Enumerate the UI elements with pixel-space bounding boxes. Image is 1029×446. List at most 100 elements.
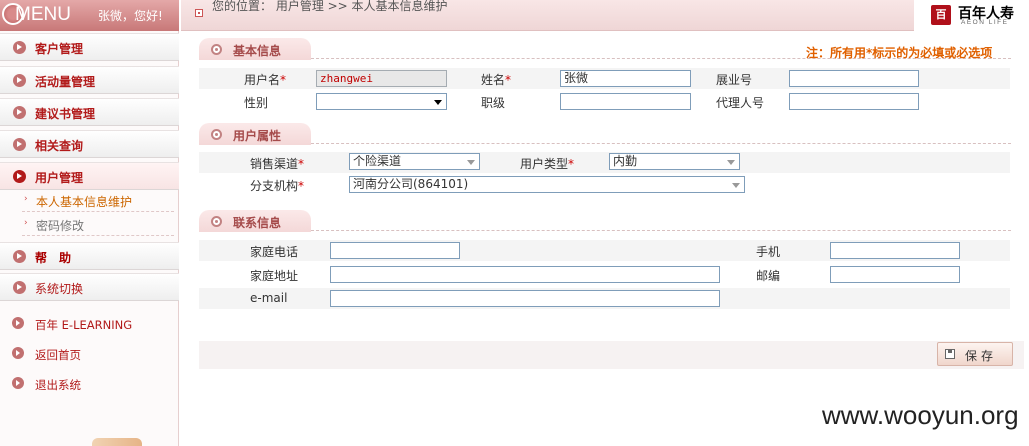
- section-divider: [311, 143, 1011, 144]
- section-tab: 基本信息: [199, 38, 311, 60]
- section-title: 用户属性: [233, 129, 282, 143]
- arrow-circle-icon: [12, 317, 24, 329]
- sidebar-item-user-management[interactable]: 用户管理: [0, 162, 179, 190]
- channel-select[interactable]: 个险渠道: [349, 153, 480, 170]
- section-title: 联系信息: [233, 216, 282, 230]
- arrow-circle-icon: [13, 41, 26, 54]
- user-type-select[interactable]: 内勤: [609, 153, 740, 170]
- agent-no-field[interactable]: [789, 93, 919, 110]
- email-label: e-mail: [250, 291, 288, 305]
- chevron-down-icon: [434, 100, 442, 105]
- name-label: 姓名*: [481, 73, 512, 87]
- save-icon: [945, 349, 955, 359]
- username-label: 用户名*: [244, 73, 287, 87]
- required-notice: 注：所有用*标示的为必填或必选项: [806, 46, 993, 60]
- breadcrumb: 您的位置： 用户管理 >> 本人基本信息维护: [212, 0, 448, 13]
- section-title: 基本信息: [233, 44, 282, 58]
- home-phone-field[interactable]: [330, 242, 460, 259]
- form-row-attr-1: 销售渠道* 个险渠道 用户类型* 内勤: [199, 152, 1010, 173]
- home-address-field[interactable]: [330, 266, 720, 283]
- form-row-basic-1: 用户名* zhangwei 姓名* 张微 展业号: [199, 68, 1010, 89]
- sidebar-item-label: 客户管理: [35, 42, 84, 56]
- arrow-circle-icon: [13, 250, 26, 263]
- form-row-contact-3: e-mail: [199, 288, 1010, 309]
- sidebar-link-logout[interactable]: 退出系统: [0, 373, 179, 395]
- home-phone-label: 家庭电话: [250, 245, 299, 259]
- sidebar-subitem-label: 本人基本信息维护: [36, 195, 133, 209]
- agent-no-label: 代理人号: [716, 96, 765, 110]
- username-field[interactable]: zhangwei: [316, 70, 447, 87]
- top-bar: 您的位置： 用户管理 >> 本人基本信息维护 百 百年人寿 AEON LIFE: [181, 0, 1029, 31]
- brand-name-en: AEON LIFE: [961, 19, 1009, 26]
- arrow-circle-icon: [13, 74, 26, 87]
- chevron-down-icon: [467, 160, 475, 165]
- arrow-circle-icon: [12, 347, 24, 359]
- arrow-circle-icon: [13, 281, 26, 294]
- bullet-icon: ›: [24, 218, 28, 228]
- rank-label: 职级: [481, 96, 506, 110]
- postcode-label: 邮编: [756, 269, 781, 283]
- form-row-contact-2: 家庭地址 邮编: [199, 264, 1010, 285]
- postcode-field[interactable]: [830, 266, 960, 283]
- arrow-circle-icon: [13, 138, 26, 151]
- sidebar-item-help[interactable]: 帮 助: [0, 242, 179, 270]
- exhibition-no-label: 展业号: [716, 73, 753, 87]
- sidebar-item-proposal[interactable]: 建议书管理: [0, 98, 179, 126]
- save-button-label: 保存: [965, 349, 998, 363]
- target-icon: [211, 216, 222, 227]
- sidebar-link-label: 返回首页: [35, 348, 81, 362]
- rank-field[interactable]: [560, 93, 691, 110]
- sidebar-subitem-label: 密码修改: [36, 219, 85, 233]
- user-type-select-value: 内勤: [613, 154, 638, 168]
- chevron-down-icon: [727, 160, 735, 165]
- gender-label: 性别: [244, 96, 269, 110]
- sidebar-item-label: 用户管理: [35, 171, 84, 185]
- brand-mark-icon: 百: [931, 5, 951, 25]
- sidebar-item-label: 活动量管理: [35, 75, 96, 89]
- section-tab: 联系信息: [199, 210, 311, 232]
- menu-header: MENU 张微，您好!: [0, 0, 179, 31]
- sidebar-subitem-basic-info[interactable]: › 本人基本信息维护: [22, 190, 174, 212]
- menu-title: MENU: [15, 4, 71, 25]
- save-button[interactable]: 保存: [937, 342, 1013, 366]
- branch-select[interactable]: 河南分公司(864101): [349, 176, 745, 193]
- sidebar-item-activity[interactable]: 活动量管理: [0, 66, 179, 94]
- sidebar-link-label: 退出系统: [35, 378, 81, 392]
- location-marker-icon: [195, 9, 203, 17]
- mobile-field[interactable]: [830, 242, 960, 259]
- name-field[interactable]: 张微: [560, 70, 691, 87]
- sidebar-subitem-password[interactable]: › 密码修改: [22, 214, 174, 236]
- exhibition-no-field[interactable]: [789, 70, 919, 87]
- sidebar-link-elearning[interactable]: 百年 E-LEARNING: [0, 313, 179, 335]
- user-greeting: 张微，您好!: [98, 9, 163, 23]
- sidebar-item-customer[interactable]: 客户管理: [0, 33, 179, 61]
- sidebar-decoration: [92, 438, 142, 446]
- section-user-attributes: 用户属性: [199, 123, 1019, 145]
- sidebar-item-label: 建议书管理: [35, 107, 96, 121]
- channel-label: 销售渠道*: [250, 157, 305, 171]
- section-contact-info: 联系信息: [199, 210, 1019, 232]
- watermark: www.wooyun.org: [822, 400, 1019, 430]
- sidebar-item-label: 系统切换: [35, 282, 84, 296]
- brand-logo: 百 百年人寿 AEON LIFE: [914, 0, 1029, 31]
- section-divider: [311, 230, 1011, 231]
- target-icon: [211, 44, 222, 55]
- sidebar-item-query[interactable]: 相关查询: [0, 130, 179, 158]
- email-field[interactable]: [330, 290, 720, 307]
- sidebar: MENU 张微，您好! 客户管理 活动量管理 建议书管理 相关查询 用户管理 ›…: [0, 0, 179, 446]
- section-tab: 用户属性: [199, 123, 311, 145]
- branch-label: 分支机构*: [250, 179, 305, 193]
- home-address-label: 家庭地址: [250, 269, 299, 283]
- arrow-circle-icon: [12, 377, 24, 389]
- target-icon: [211, 129, 222, 140]
- action-bar: 保存: [199, 341, 1024, 369]
- form-row-contact-1: 家庭电话 手机: [199, 240, 1010, 261]
- branch-select-value: 河南分公司(864101): [353, 177, 469, 191]
- sidebar-link-home[interactable]: 返回首页: [0, 343, 179, 365]
- form-row-basic-2: 性别 职级 代理人号: [199, 91, 1010, 112]
- sidebar-item-system-switch[interactable]: 系统切换: [0, 273, 179, 301]
- arrow-circle-icon: [13, 170, 26, 183]
- arrow-circle-icon: [13, 106, 26, 119]
- chevron-down-icon: [732, 183, 740, 188]
- gender-select[interactable]: [316, 93, 447, 110]
